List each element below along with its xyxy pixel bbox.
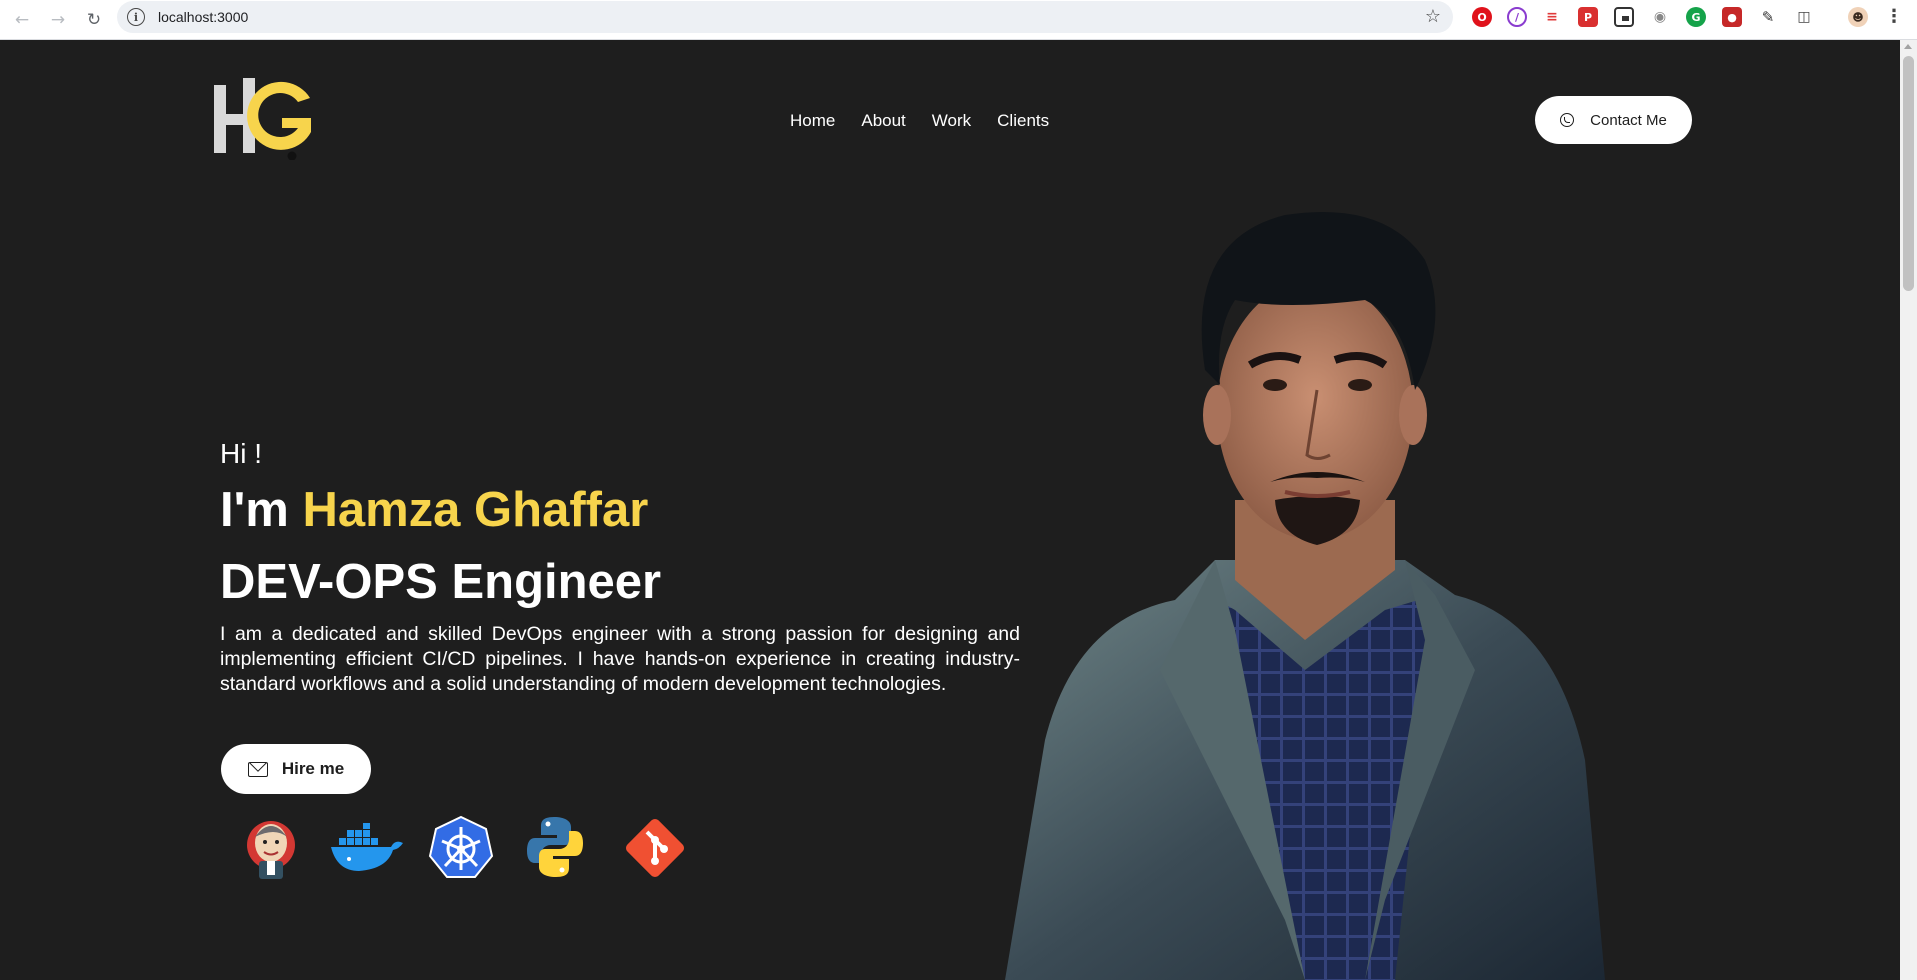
- kubernetes-icon: [428, 815, 494, 878]
- reload-icon[interactable]: ↻: [80, 6, 108, 34]
- nav-clients[interactable]: Clients: [997, 111, 1049, 131]
- bookmark-star-icon[interactable]: ☆: [1425, 6, 1441, 27]
- block-icon[interactable]: /: [1507, 7, 1527, 27]
- menu-kebab-icon[interactable]: ⋮: [1885, 6, 1903, 27]
- jenkins-icon: [247, 821, 295, 879]
- scrollbar-thumb[interactable]: [1903, 56, 1914, 291]
- profile-photo: [1005, 212, 1605, 980]
- camera-icon[interactable]: ◉: [1650, 7, 1670, 27]
- page-scrollbar[interactable]: [1900, 40, 1917, 980]
- hero-name-heading: I'm Hamza Ghaffar: [220, 482, 648, 538]
- stack-icon[interactable]: ≡: [1542, 7, 1562, 27]
- record-icon[interactable]: ●: [1722, 7, 1742, 27]
- contact-me-button[interactable]: Contact Me: [1535, 96, 1692, 144]
- phone-icon: [1560, 113, 1575, 127]
- hire-me-label: Hire me: [281, 759, 345, 778]
- git-icon: [625, 818, 685, 878]
- mail-icon: [247, 761, 268, 777]
- python-icon: [527, 817, 583, 877]
- puzzle-icon[interactable]: ◫: [1794, 7, 1814, 27]
- forward-icon[interactable]: →: [44, 6, 72, 34]
- docker-icon: [331, 823, 403, 871]
- scroll-up-icon[interactable]: [1904, 44, 1912, 49]
- profile-avatar[interactable]: ☻: [1848, 7, 1868, 27]
- contact-me-label: Contact Me: [1590, 111, 1667, 129]
- hero-description: I am a dedicated and skilled DevOps engi…: [220, 623, 1020, 695]
- eyedropper-icon[interactable]: ✎: [1758, 7, 1778, 27]
- hero-intro-prefix: I'm: [220, 483, 303, 537]
- back-icon[interactable]: ←: [8, 6, 36, 34]
- hero-name: Hamza Ghaffar: [302, 483, 649, 537]
- nav-about[interactable]: About: [861, 111, 905, 131]
- opera-icon[interactable]: O: [1472, 7, 1492, 27]
- site-info-icon[interactable]: i: [127, 8, 145, 26]
- nav-work[interactable]: Work: [932, 111, 971, 131]
- hero-role: DEV-OPS Engineer: [220, 555, 662, 609]
- main-nav: Home About Work Clients: [790, 111, 1075, 131]
- pip-icon[interactable]: [1614, 7, 1634, 27]
- grammar-icon[interactable]: G: [1686, 7, 1706, 27]
- nav-home[interactable]: Home: [790, 111, 835, 131]
- browser-toolbar: ← → ↻ i localhost:3000 ☆ O / ≡ P ◉ G ● ✎…: [0, 0, 1917, 40]
- hire-me-button[interactable]: Hire me: [221, 744, 371, 794]
- portfolio-page: Home About Work Clients Contact Me Hi ! …: [0, 40, 1900, 980]
- hero-greeting: Hi !: [220, 438, 262, 469]
- site-logo[interactable]: [214, 78, 326, 161]
- pdf-icon[interactable]: P: [1578, 7, 1598, 27]
- url-text[interactable]: localhost:3000: [158, 9, 248, 25]
- address-bar[interactable]: i localhost:3000 ☆: [117, 1, 1453, 33]
